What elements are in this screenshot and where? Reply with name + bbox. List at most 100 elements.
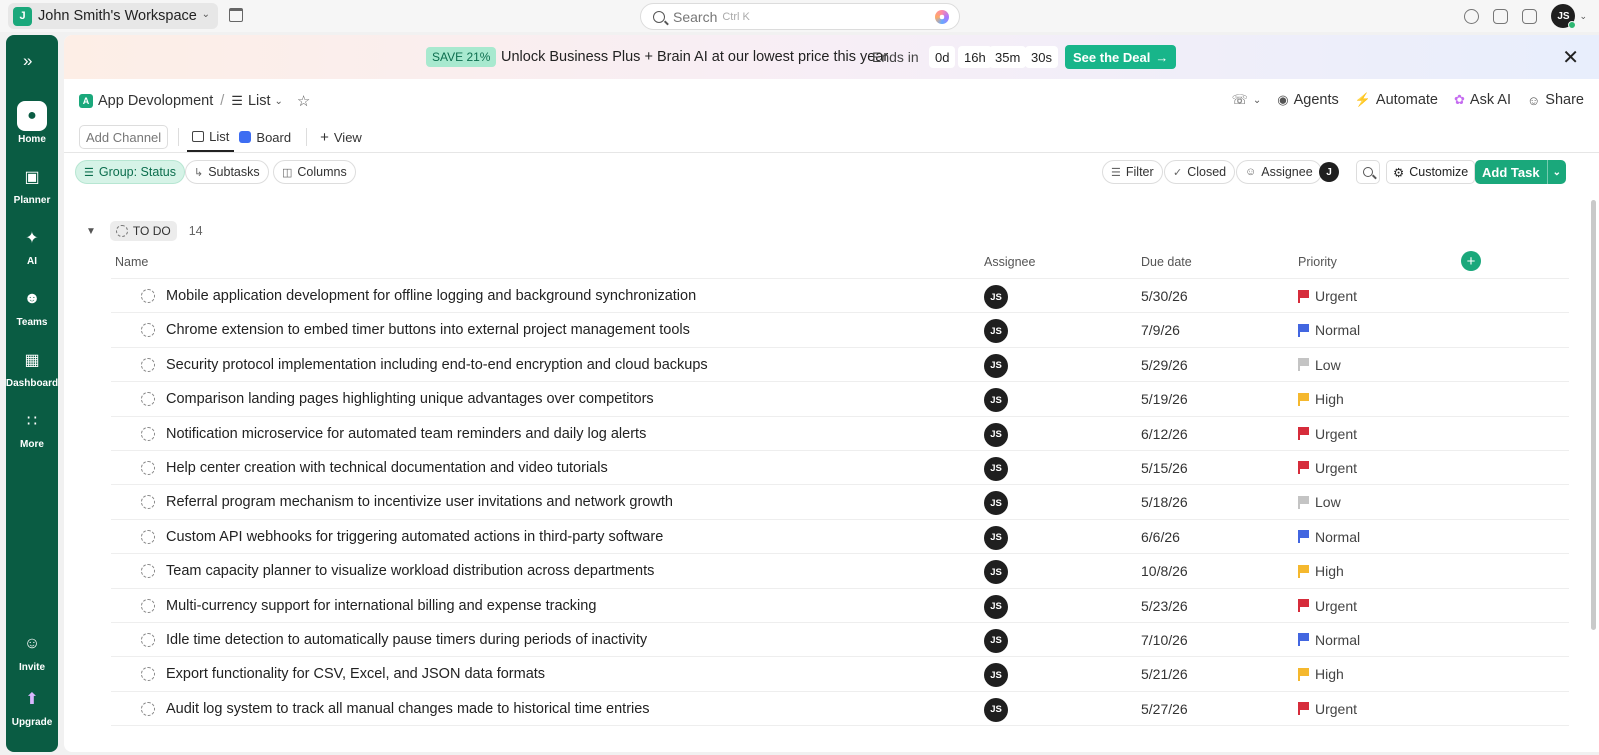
table-row[interactable]: Notification microservice for automated … bbox=[111, 417, 1569, 451]
chevron-down-icon[interactable]: ⌄ bbox=[1579, 11, 1587, 22]
closed-button[interactable]: ✓ Closed bbox=[1164, 160, 1236, 184]
column-header-assignee[interactable]: Assignee bbox=[984, 255, 1035, 269]
agents-button[interactable]: ◉ Agents bbox=[1277, 92, 1339, 108]
task-name[interactable]: Custom API webhooks for triggering autom… bbox=[166, 529, 663, 545]
task-status-icon[interactable] bbox=[141, 323, 155, 338]
column-header-priority[interactable]: Priority bbox=[1298, 255, 1337, 269]
assignee-avatar[interactable]: JS bbox=[984, 594, 1008, 619]
task-status-icon[interactable] bbox=[141, 632, 155, 647]
assignee-button[interactable]: ☺ Assignee bbox=[1236, 160, 1322, 184]
assignee-avatar[interactable]: JS bbox=[984, 353, 1008, 378]
docs-icon[interactable] bbox=[1522, 8, 1538, 24]
task-status-icon[interactable] bbox=[141, 289, 155, 303]
add-channel-button[interactable]: Add Channel bbox=[79, 125, 169, 149]
tab-board[interactable]: Board bbox=[234, 122, 296, 152]
sidebar-item-home[interactable]: ● Home bbox=[6, 101, 58, 145]
table-row[interactable]: Team capacity planner to visualize workl… bbox=[111, 554, 1569, 589]
due-date[interactable]: 5/27/26 bbox=[1141, 701, 1188, 717]
assignee-avatar[interactable]: JS bbox=[984, 422, 1008, 447]
task-name[interactable]: Idle time detection to automatically pau… bbox=[166, 632, 647, 648]
table-row[interactable]: Idle time detection to automatically pau… bbox=[111, 623, 1569, 658]
task-status-icon[interactable] bbox=[141, 426, 155, 441]
video-icon[interactable] bbox=[1493, 8, 1509, 24]
filter-button[interactable]: ☰ Filter bbox=[1102, 160, 1163, 184]
due-date[interactable]: 5/30/26 bbox=[1141, 288, 1188, 304]
search-tasks-button[interactable] bbox=[1356, 160, 1380, 184]
assignee-avatar[interactable]: JS bbox=[984, 285, 1008, 309]
task-name[interactable]: Export functionality for CSV, Excel, and… bbox=[166, 666, 545, 682]
task-name[interactable]: Mobile application development for offli… bbox=[166, 288, 696, 304]
table-row[interactable]: Chrome extension to embed timer buttons … bbox=[111, 313, 1569, 348]
assignee-avatar[interactable]: JS bbox=[984, 388, 1008, 413]
call-button[interactable]: ☏ ⌄ bbox=[1232, 92, 1262, 108]
priority[interactable]: High bbox=[1298, 391, 1344, 407]
calendar-icon[interactable] bbox=[229, 8, 243, 22]
assignee-avatar[interactable]: JS bbox=[984, 628, 1008, 653]
table-row[interactable]: Security protocol implementation includi… bbox=[111, 348, 1569, 383]
table-row[interactable]: Export functionality for CSV, Excel, and… bbox=[111, 657, 1569, 692]
task-name[interactable]: Chrome extension to embed timer buttons … bbox=[166, 322, 690, 338]
table-row[interactable]: Multi-currency support for international… bbox=[111, 589, 1569, 623]
priority[interactable]: Urgent bbox=[1298, 426, 1357, 442]
customize-button[interactable]: ⚙ Customize bbox=[1386, 160, 1476, 184]
table-row[interactable]: Custom API webhooks for triggering autom… bbox=[111, 520, 1569, 555]
check-circle-icon[interactable] bbox=[1464, 8, 1480, 24]
table-row[interactable]: Mobile application development for offli… bbox=[111, 279, 1569, 314]
automate-button[interactable]: ⚡ Automate bbox=[1355, 92, 1438, 108]
priority[interactable]: Low bbox=[1298, 494, 1341, 510]
due-date[interactable]: 7/9/26 bbox=[1141, 322, 1180, 338]
priority[interactable]: High bbox=[1298, 666, 1344, 682]
task-name[interactable]: Referral program mechanism to incentiviz… bbox=[166, 494, 673, 510]
scrollbar[interactable] bbox=[1591, 200, 1596, 630]
group-by-status-button[interactable]: ☰ Group: Status bbox=[75, 160, 185, 184]
sidebar-item-invite[interactable]: ☺ Invite bbox=[6, 629, 58, 673]
due-date[interactable]: 6/6/26 bbox=[1141, 529, 1180, 545]
assignee-avatar[interactable]: JS bbox=[984, 319, 1008, 344]
column-header-name[interactable]: Name bbox=[115, 255, 148, 269]
workspace-switcher[interactable]: J John Smith's Workspace ⌄ bbox=[8, 3, 218, 29]
task-name[interactable]: Security protocol implementation includi… bbox=[166, 357, 708, 373]
breadcrumb-view[interactable]: List bbox=[248, 93, 271, 109]
task-name[interactable]: Multi-currency support for international… bbox=[166, 598, 596, 614]
due-date[interactable]: 5/29/26 bbox=[1141, 357, 1188, 373]
subtasks-button[interactable]: ↳ Subtasks bbox=[185, 160, 269, 184]
task-status-icon[interactable] bbox=[141, 495, 155, 510]
star-icon[interactable]: ☆ bbox=[297, 92, 310, 110]
sidebar-item-upgrade[interactable]: ⬆ Upgrade bbox=[6, 684, 58, 728]
task-name[interactable]: Comparison landing pages highlighting un… bbox=[166, 391, 654, 407]
sidebar-item-teams[interactable]: ☻ Teams bbox=[6, 284, 58, 328]
priority[interactable]: Urgent bbox=[1298, 598, 1357, 614]
due-date[interactable]: 10/8/26 bbox=[1141, 563, 1188, 579]
priority[interactable]: Urgent bbox=[1298, 460, 1357, 476]
column-header-due-date[interactable]: Due date bbox=[1141, 255, 1192, 269]
assignee-avatar[interactable]: JS bbox=[984, 560, 1008, 585]
assignee-avatar[interactable]: J bbox=[1319, 162, 1339, 182]
sidebar-item-planner[interactable]: ▣ Planner bbox=[6, 162, 58, 206]
sidebar-item-ai[interactable]: ✦ AI bbox=[6, 223, 58, 267]
assignee-avatar[interactable]: JS bbox=[984, 697, 1008, 722]
task-name[interactable]: Notification microservice for automated … bbox=[166, 426, 646, 442]
task-name[interactable]: Team capacity planner to visualize workl… bbox=[166, 563, 654, 579]
sidebar-item-dashboard[interactable]: ▦ Dashboard bbox=[6, 345, 58, 389]
breadcrumb-space[interactable]: App Devolopment bbox=[98, 93, 213, 109]
assignee-avatar[interactable]: JS bbox=[984, 525, 1008, 550]
due-date[interactable]: 6/12/26 bbox=[1141, 426, 1188, 442]
task-status-icon[interactable] bbox=[141, 392, 155, 407]
due-date[interactable]: 5/23/26 bbox=[1141, 598, 1188, 614]
task-status-icon[interactable] bbox=[141, 357, 155, 372]
see-deal-button[interactable]: See the Deal → bbox=[1065, 45, 1177, 69]
priority[interactable]: Normal bbox=[1298, 632, 1360, 648]
task-status-icon[interactable] bbox=[141, 667, 155, 682]
expand-sidebar-icon[interactable]: » bbox=[23, 51, 32, 71]
tab-list[interactable]: List bbox=[187, 122, 235, 152]
ai-brain-icon[interactable] bbox=[935, 10, 949, 24]
user-avatar[interactable]: JS bbox=[1551, 4, 1577, 29]
task-name[interactable]: Help center creation with technical docu… bbox=[166, 460, 608, 476]
task-status-icon[interactable] bbox=[141, 460, 155, 475]
priority[interactable]: Urgent bbox=[1298, 701, 1357, 717]
due-date[interactable]: 5/18/26 bbox=[1141, 494, 1188, 510]
task-status-icon[interactable] bbox=[141, 564, 155, 579]
search-bar[interactable]: Search Ctrl K bbox=[640, 3, 960, 30]
priority[interactable]: Urgent bbox=[1298, 288, 1357, 304]
sidebar-item-more[interactable]: ∷ More bbox=[6, 406, 58, 450]
